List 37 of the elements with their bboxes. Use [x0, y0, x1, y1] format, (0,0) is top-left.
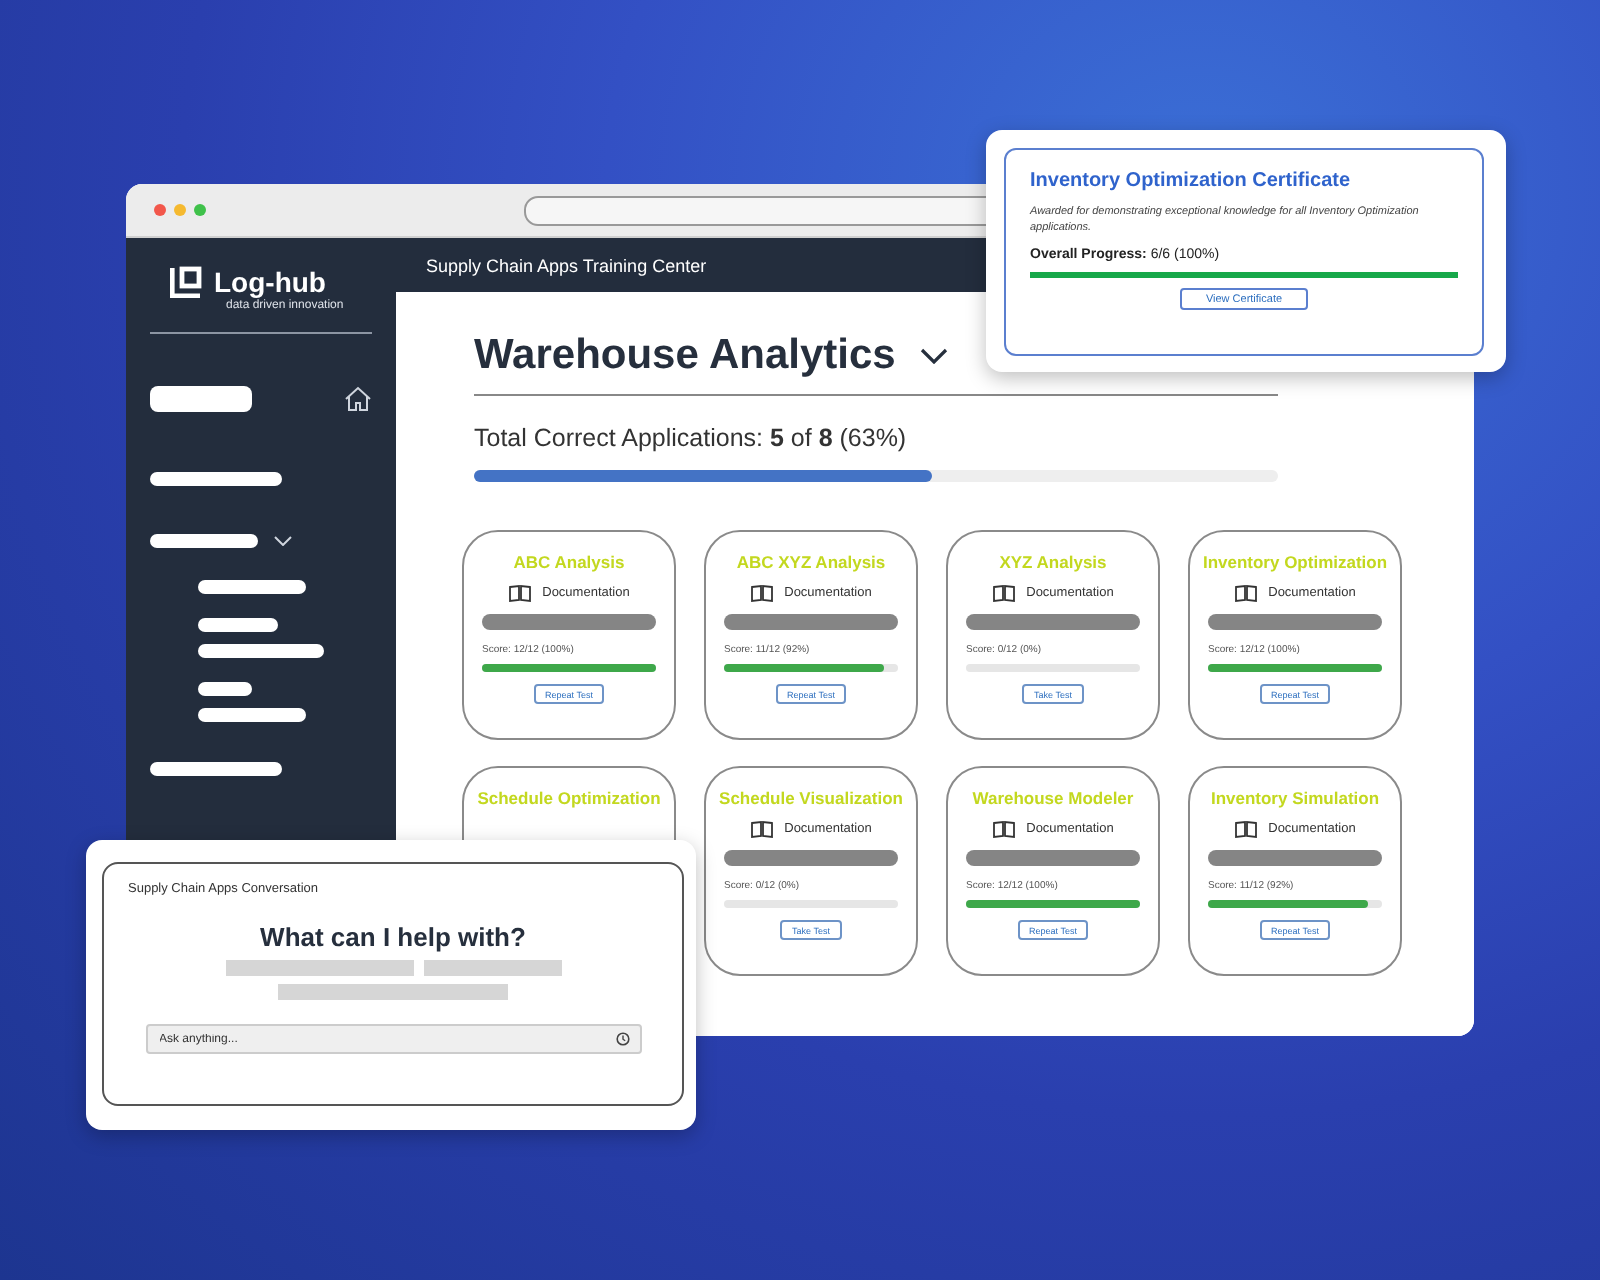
placeholder-bar: [150, 472, 282, 486]
book-icon: [508, 584, 533, 602]
book-icon: [1234, 820, 1259, 838]
book-icon: [992, 820, 1017, 838]
card-title: Warehouse Modeler: [972, 788, 1134, 808]
placeholder-bar: [198, 618, 278, 632]
circle-icon[interactable]: [615, 1032, 629, 1046]
placeholder-bar: [150, 386, 252, 412]
placeholder-bar: [150, 534, 258, 548]
placeholder-bar: [198, 682, 252, 696]
card-title: Schedule Optimization: [477, 788, 661, 808]
minimize-dot[interactable]: [174, 204, 186, 216]
placeholder-bar: [198, 708, 306, 722]
home-icon[interactable]: [344, 386, 372, 412]
placeholder-bar: [423, 960, 561, 976]
card-title: Inventory Optimization: [1202, 552, 1388, 572]
card-title: ABC Analysis: [513, 552, 625, 572]
certificate-title: Inventory Optimization Certificate: [1030, 170, 1353, 192]
card-title: Inventory Simulation: [1210, 788, 1380, 808]
book-icon: [992, 584, 1017, 602]
logo-text: Log-hub: [214, 266, 326, 298]
chat-heading: What can I help with?: [260, 922, 526, 952]
chevron-down-icon[interactable]: [919, 348, 948, 364]
book-icon: [750, 584, 775, 602]
placeholder-bar: [198, 644, 324, 658]
card-title: ABC XYZ Analysis: [736, 552, 886, 572]
placeholder-bar: [150, 762, 282, 776]
card-title: XYZ Analysis: [999, 552, 1107, 572]
book-icon: [1234, 584, 1259, 602]
placeholder-bar: [198, 580, 306, 594]
card-title: Schedule Visualization: [719, 788, 903, 808]
summary-text: Total Correct Applications: 5 of 8 (63%): [474, 424, 909, 452]
logo-icon: [170, 266, 202, 298]
book-icon: [750, 820, 775, 838]
maximize-dot[interactable]: [194, 204, 206, 216]
page-title: Warehouse Analytics: [474, 332, 896, 380]
close-dot[interactable]: [154, 204, 166, 216]
